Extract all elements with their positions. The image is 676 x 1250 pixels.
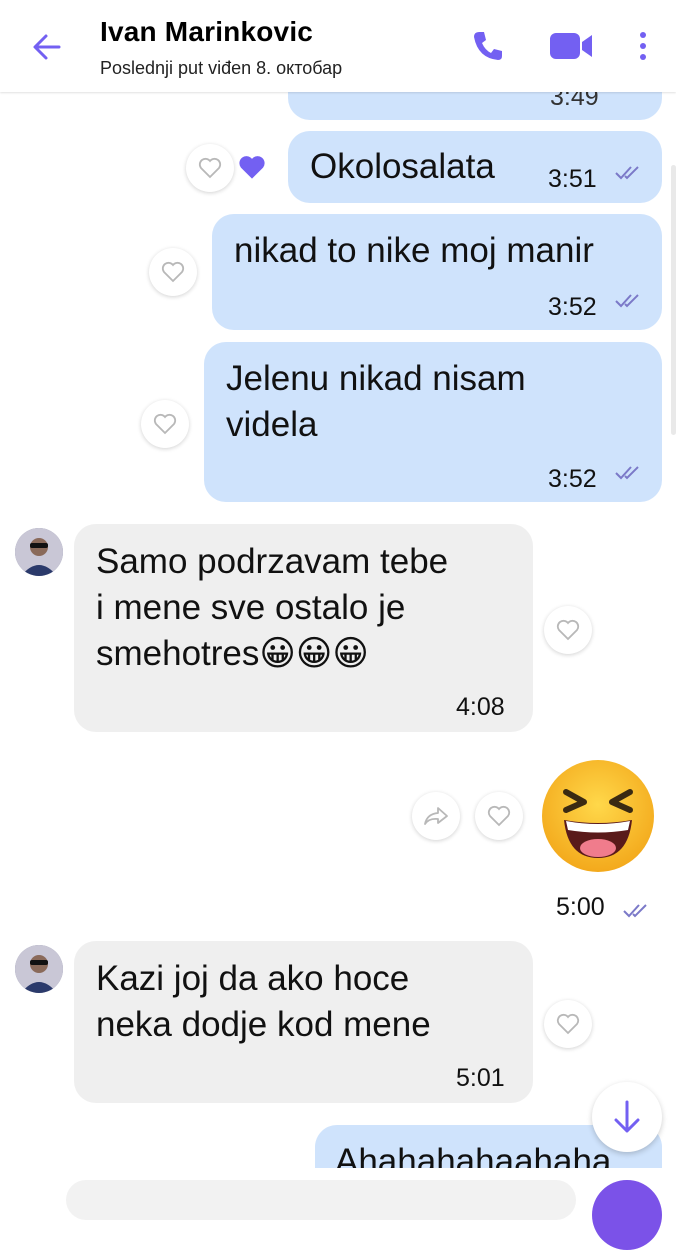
message-text: Samo podrzavam tebe	[96, 542, 449, 581]
contact-avatar[interactable]	[15, 945, 63, 993]
message-text: smehotres😀😀😀	[96, 634, 369, 673]
message-time: 3:51	[548, 165, 597, 193]
message-text: Jelenu nikad nisam	[226, 359, 526, 398]
contact-name[interactable]: Ivan Marinkovic	[100, 16, 313, 48]
more-options-icon[interactable]	[637, 28, 649, 64]
message-input[interactable]	[66, 1180, 576, 1220]
heart-outline-icon	[556, 619, 580, 641]
send-button[interactable]	[592, 1180, 662, 1250]
message-text: neka dodje kod mene	[96, 1005, 431, 1044]
like-button[interactable]	[149, 248, 197, 296]
heart-outline-icon	[487, 805, 511, 827]
message-composer	[0, 1168, 676, 1220]
avatar-photo	[15, 528, 63, 576]
double-check-icon	[615, 294, 639, 308]
phone-call-icon[interactable]	[470, 28, 506, 64]
video-call-icon[interactable]	[548, 28, 596, 64]
message-text: Kazi joj da ako hoce	[96, 959, 410, 998]
heart-outline-icon	[198, 157, 222, 179]
like-button[interactable]	[186, 144, 234, 192]
message-text: i mene sve ostalo je	[96, 588, 406, 627]
double-check-icon	[615, 166, 639, 180]
like-button[interactable]	[475, 792, 523, 840]
message-time: 3:52	[548, 465, 597, 493]
heart-outline-icon	[556, 1013, 580, 1035]
message-text: Okolosalata	[310, 147, 495, 186]
like-button[interactable]	[544, 606, 592, 654]
sticker-time: 5:00	[556, 893, 605, 921]
forward-button[interactable]	[412, 792, 460, 840]
scroll-to-bottom-button[interactable]	[592, 1082, 662, 1152]
contact-avatar[interactable]	[15, 528, 63, 576]
message-time: 3:52	[548, 293, 597, 321]
back-arrow-icon[interactable]	[30, 30, 64, 64]
arrow-down-icon	[614, 1100, 640, 1133]
message-bubble[interactable]: Jelenu nikad nisam videla 3:52	[204, 342, 662, 502]
message-text: nikad to nike moj manir	[234, 231, 594, 270]
message-bubble[interactable]: Kazi joj da ako hoce neka dodje kod mene…	[74, 941, 533, 1103]
scrollbar[interactable]	[671, 165, 676, 435]
message-bubble[interactable]: Okolosalata 3:51	[288, 131, 662, 203]
last-seen-status: Poslednji put viđen 8. октобар	[100, 58, 343, 78]
message-time: 5:01	[456, 1064, 505, 1092]
like-button[interactable]	[141, 400, 189, 448]
share-arrow-icon	[424, 807, 448, 825]
message-time: 4:08	[456, 693, 505, 721]
chat-area: 3:49 Okolosalata 3:51 nikad to nike moj …	[0, 0, 676, 1201]
sticker-laughing-face[interactable]	[540, 758, 656, 874]
chat-header: Ivan Marinkovic Poslednji put viđen 8. о…	[0, 0, 676, 92]
heart-outline-icon	[153, 413, 177, 435]
message-text: videla	[226, 405, 318, 444]
like-button[interactable]	[544, 1000, 592, 1048]
reaction-filled-heart-icon[interactable]	[238, 154, 266, 185]
avatar-photo	[15, 945, 63, 993]
message-bubble[interactable]: Samo podrzavam tebe i mene sve ostalo je…	[74, 524, 533, 732]
double-check-icon	[615, 466, 639, 480]
message-bubble[interactable]: nikad to nike moj manir 3:52	[212, 214, 662, 330]
double-check-icon	[623, 904, 647, 918]
heart-outline-icon	[161, 261, 185, 283]
